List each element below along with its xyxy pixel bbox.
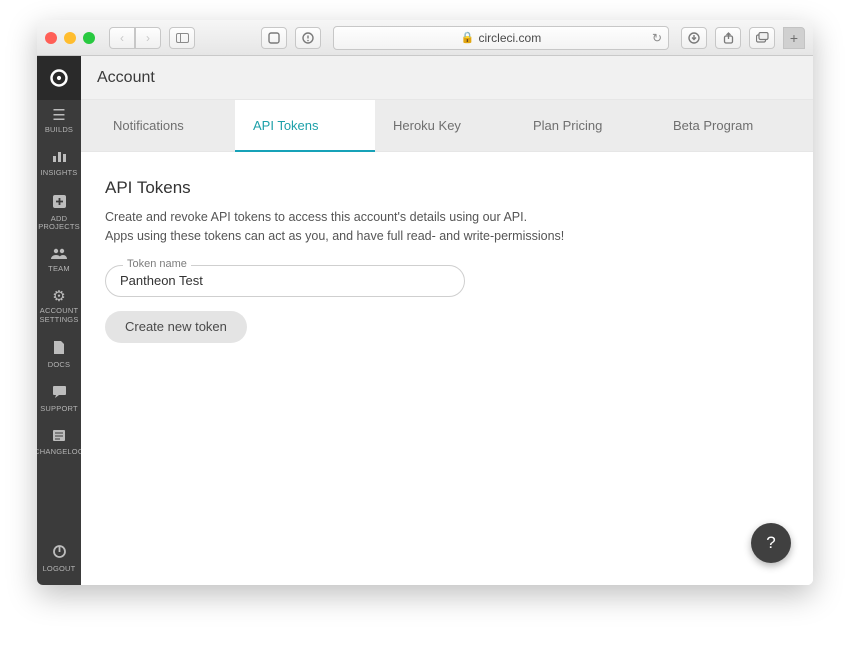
back-button[interactable]: ‹ xyxy=(109,27,135,49)
address-bar[interactable]: 🔒 circleci.com ↻ xyxy=(333,26,669,50)
sidebar-item-label: SUPPORT xyxy=(40,405,78,413)
sidebar-item-docs[interactable]: DOCS xyxy=(37,332,81,377)
minimize-window-icon[interactable] xyxy=(64,32,76,44)
sidebar-toggle-button[interactable] xyxy=(169,27,195,49)
tabs-button[interactable] xyxy=(749,27,775,49)
sidebar-item-logout[interactable]: LOGOUT xyxy=(37,536,81,581)
downloads-button[interactable] xyxy=(681,27,707,49)
changelog-icon xyxy=(52,429,66,445)
new-tab-button[interactable]: + xyxy=(783,27,805,49)
tab-heroku-key[interactable]: Heroku Key xyxy=(375,100,515,151)
url-host: circleci.com xyxy=(479,31,542,45)
list-icon: ☰ xyxy=(52,108,65,123)
maximize-window-icon[interactable] xyxy=(83,32,95,44)
add-icon xyxy=(52,194,67,212)
section-description: Create and revoke API tokens to access t… xyxy=(105,208,789,247)
share-button[interactable] xyxy=(715,27,741,49)
team-icon xyxy=(50,247,68,262)
privacy-report-button[interactable] xyxy=(295,27,321,49)
doc-icon xyxy=(53,340,65,358)
circleci-logo[interactable] xyxy=(37,56,81,100)
window-controls xyxy=(45,32,95,44)
sidebar-item-label: LOGOUT xyxy=(43,565,76,573)
chat-icon xyxy=(52,385,67,402)
sidebar-item-builds[interactable]: ☰ BUILDS xyxy=(37,100,81,142)
tab-plan-pricing[interactable]: Plan Pricing xyxy=(515,100,655,151)
lock-icon: 🔒 xyxy=(461,31,475,44)
help-fab[interactable]: ? xyxy=(751,523,791,563)
nav-back-forward: ‹ › xyxy=(109,27,161,49)
page-title: Account xyxy=(97,69,155,87)
sidebar-item-label: BUILDS xyxy=(45,126,73,134)
gear-icon: ⚙ xyxy=(52,289,65,304)
sidebar-item-changelog[interactable]: CHANGELOG xyxy=(37,421,81,464)
logout-icon xyxy=(52,544,67,562)
main-panel: Account Notifications API Tokens Heroku … xyxy=(81,56,813,585)
content-area: API Tokens Create and revoke API tokens … xyxy=(81,152,813,585)
tab-bar: Notifications API Tokens Heroku Key Plan… xyxy=(81,100,813,152)
reload-icon[interactable]: ↻ xyxy=(652,31,662,45)
sidebar-item-support[interactable]: SUPPORT xyxy=(37,377,81,421)
chart-icon xyxy=(52,150,67,166)
sidebar-item-label: CHANGELOG xyxy=(37,448,84,456)
tab-beta-program[interactable]: Beta Program xyxy=(655,100,795,151)
browser-toolbar: ‹ › 🔒 circleci.com ↻ + xyxy=(37,20,813,56)
sidebar-item-insights[interactable]: INSIGHTS xyxy=(37,142,81,185)
close-window-icon[interactable] xyxy=(45,32,57,44)
help-icon: ? xyxy=(766,533,775,553)
forward-button[interactable]: › xyxy=(135,27,161,49)
token-name-label: Token name xyxy=(123,258,191,270)
section-heading: API Tokens xyxy=(105,178,789,198)
page-header: Account xyxy=(81,56,813,100)
sidebar-item-label: ADD PROJECTS xyxy=(38,215,80,232)
browser-window: ‹ › 🔒 circleci.com ↻ + xyxy=(37,20,813,585)
sidebar: ☰ BUILDS INSIGHTS ADD PROJECTS TEAM ⚙ AC… xyxy=(37,56,81,585)
sidebar-item-account-settings[interactable]: ⚙ ACCOUNT SETTINGS xyxy=(37,281,81,332)
tab-api-tokens[interactable]: API Tokens xyxy=(235,100,375,152)
token-name-field-wrap: Token name xyxy=(105,265,465,297)
reader-button[interactable] xyxy=(261,27,287,49)
sidebar-item-label: DOCS xyxy=(48,361,70,369)
sidebar-item-add-projects[interactable]: ADD PROJECTS xyxy=(37,186,81,240)
sidebar-item-label: INSIGHTS xyxy=(40,169,77,177)
sidebar-item-label: TEAM xyxy=(48,265,70,273)
create-token-button[interactable]: Create new token xyxy=(105,311,247,343)
sidebar-item-team[interactable]: TEAM xyxy=(37,239,81,281)
tab-notifications[interactable]: Notifications xyxy=(95,100,235,151)
app-frame: ☰ BUILDS INSIGHTS ADD PROJECTS TEAM ⚙ AC… xyxy=(37,56,813,585)
sidebar-item-label: ACCOUNT SETTINGS xyxy=(39,307,79,324)
